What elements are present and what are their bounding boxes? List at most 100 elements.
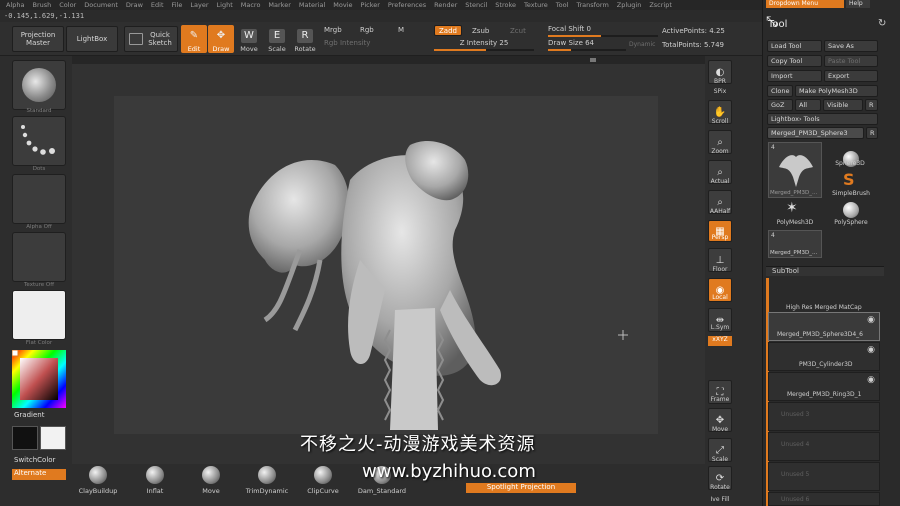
rgb-toggle[interactable]: Rgb — [360, 26, 374, 34]
subtool-row-cylinder[interactable]: PM3D_Cylinder3D ◉ — [768, 342, 880, 371]
tool-count-2: 4 — [771, 232, 775, 239]
subtool-row-unused-4[interactable]: Unused 4 — [768, 432, 880, 461]
export-button[interactable]: Export — [824, 70, 878, 82]
spotlight-projection-button[interactable]: Spotlight Projection — [466, 483, 576, 493]
save-as-button[interactable]: Save As — [824, 40, 878, 52]
lightbox-tools-button[interactable]: Lightbox› Tools — [767, 113, 878, 125]
simplebrush-icon[interactable]: S — [843, 170, 855, 189]
lightbox-button[interactable]: LightBox — [66, 26, 118, 52]
menu-item-zplugin[interactable]: Zplugin — [613, 0, 646, 10]
menu-item-render[interactable]: Render — [430, 0, 461, 10]
menu-item-picker[interactable]: Picker — [357, 0, 384, 10]
scale-mode-button[interactable]: E Scale — [264, 25, 290, 53]
color-picker[interactable] — [11, 349, 66, 408]
goz-all-button[interactable]: All — [795, 99, 821, 111]
subtool-header[interactable]: SubTool — [766, 266, 884, 276]
mrgb-toggle[interactable]: Mrgb — [324, 26, 342, 34]
eye-icon[interactable]: ◉ — [867, 345, 875, 355]
help-tab[interactable]: Help — [846, 0, 870, 8]
polymesh-star-icon[interactable]: ✶ — [786, 200, 798, 216]
xyz-toggle[interactable]: xXYZ — [708, 336, 732, 346]
menu-item-macro[interactable]: Macro — [237, 0, 265, 10]
gradient-label[interactable]: Gradient — [14, 411, 44, 419]
alpha-thumbnail[interactable] — [12, 174, 66, 224]
clone-button[interactable]: Clone — [767, 85, 793, 97]
draw-mode-button[interactable]: ✥ Draw — [208, 25, 234, 53]
menu-item-alpha[interactable]: Alpha — [2, 0, 28, 10]
menu-item-light[interactable]: Light — [213, 0, 237, 10]
menu-item-zscript[interactable]: Zscript — [645, 0, 676, 10]
quick-sketch-button[interactable]: Quick Sketch — [124, 26, 178, 52]
rotate-mode-button[interactable]: R Rotate — [292, 25, 318, 53]
material-thumbnail[interactable] — [12, 290, 66, 340]
eye-icon[interactable]: ◉ — [867, 315, 875, 325]
zsub-button[interactable]: Zsub — [472, 27, 489, 35]
menu-item-tool[interactable]: Tool — [552, 0, 573, 10]
alternate-button[interactable]: Alternate — [12, 469, 66, 480]
load-tool-button[interactable]: Load Tool — [767, 40, 822, 52]
switch-color-button[interactable]: SwitchColor — [14, 456, 55, 464]
brush-inflat[interactable]: Inflat — [130, 466, 180, 495]
palette-refresh-icon[interactable]: ↻ — [878, 18, 886, 29]
current-tool-slider[interactable]: Merged_PM3D_Sphere3 — [767, 127, 864, 139]
menu-item-brush[interactable]: Brush — [28, 0, 55, 10]
brush-thumbnail[interactable] — [12, 60, 66, 110]
canvas-scrollbar[interactable] — [72, 56, 705, 64]
texture-thumbnail[interactable] — [12, 232, 66, 282]
m-toggle[interactable]: M — [398, 26, 404, 34]
paste-tool-button[interactable]: Paste Tool — [824, 55, 878, 67]
menu-item-document[interactable]: Document — [80, 0, 122, 10]
eye-icon[interactable]: ◉ — [867, 375, 875, 385]
menu-item-transform[interactable]: Transform — [572, 0, 612, 10]
brush-move[interactable]: Move — [186, 466, 236, 495]
sculpted-creature-model[interactable] — [240, 140, 510, 430]
subtool-row-unused-5[interactable]: Unused 5 — [768, 462, 880, 491]
subtool-row-unused-3[interactable]: Unused 3 — [768, 402, 880, 431]
menu-item-layer[interactable]: Layer — [186, 0, 212, 10]
bpr-label: BPR — [714, 78, 726, 85]
brush-clipcurve[interactable]: ClipCurve — [298, 466, 348, 495]
main-color-swatch[interactable] — [12, 426, 38, 450]
subtool-row-unused-6[interactable]: Unused 6 — [768, 492, 880, 506]
goz-r-button[interactable]: R — [865, 99, 878, 111]
brush-trimdynamic[interactable]: TrimDynamic — [242, 466, 292, 495]
projection-master-button[interactable]: Projection Master — [12, 26, 64, 52]
menu-item-stencil[interactable]: Stencil — [461, 0, 491, 10]
menu-item-texture[interactable]: Texture — [520, 0, 552, 10]
dropdown-menu-tab[interactable]: Dropdown Menu — [766, 0, 844, 8]
goz-button[interactable]: GoZ — [767, 99, 793, 111]
menu-item-color[interactable]: Color — [55, 0, 80, 10]
brush-claybuildup[interactable]: ClayBuildup — [73, 466, 123, 495]
menu-item-file[interactable]: File — [168, 0, 187, 10]
polysphere-icon[interactable] — [843, 202, 859, 218]
make-polymesh-button[interactable]: Make PolyMesh3D — [795, 85, 878, 97]
import-button[interactable]: Import — [767, 70, 822, 82]
draw-size-slider[interactable]: Draw Size 64 — [548, 39, 626, 51]
z-intensity-slider[interactable]: Z Intensity 25 — [434, 39, 534, 51]
focal-shift-slider[interactable]: Focal Shift 0 — [548, 25, 658, 37]
menu-item-draw[interactable]: Draw — [122, 0, 147, 10]
dynamic-toggle[interactable]: Dynamic — [629, 41, 655, 48]
secondary-color-swatch[interactable] — [40, 426, 66, 450]
current-tool-r-button[interactable]: R — [866, 127, 878, 139]
zcut-button[interactable]: Zcut — [510, 27, 526, 35]
menu-item-edit[interactable]: Edit — [147, 0, 168, 10]
rgb-intensity-slider[interactable]: Rgb Intensity — [324, 39, 424, 51]
menu-item-preferences[interactable]: Preferences — [384, 0, 430, 10]
zadd-button[interactable]: Zadd — [434, 25, 462, 36]
tool-thumb-merged[interactable]: 4 Merged_PM3D_... — [768, 142, 822, 198]
scroll-handle[interactable] — [590, 58, 596, 62]
move-mode-button[interactable]: W Move — [236, 25, 262, 53]
goz-visible-button[interactable]: Visible — [823, 99, 863, 111]
edit-mode-button[interactable]: ✎ Edit — [181, 25, 207, 53]
spix-slider[interactable]: SPix — [703, 88, 737, 95]
menu-item-material[interactable]: Material — [295, 0, 329, 10]
stroke-thumbnail[interactable] — [12, 116, 66, 166]
subtool-row-ring[interactable]: Merged_PM3D_Ring3D_1 ◉ — [768, 372, 880, 401]
menu-item-stroke[interactable]: Stroke — [491, 0, 520, 10]
menu-item-marker[interactable]: Marker — [264, 0, 294, 10]
menu-item-movie[interactable]: Movie — [329, 0, 356, 10]
subtool-row-active[interactable]: Merged_PM3D_Sphere3D4_6 ◉ — [768, 312, 880, 341]
tool-thumb-merged-2[interactable]: 4 Merged_PM3D_... — [768, 230, 822, 258]
copy-tool-button[interactable]: Copy Tool — [767, 55, 822, 67]
